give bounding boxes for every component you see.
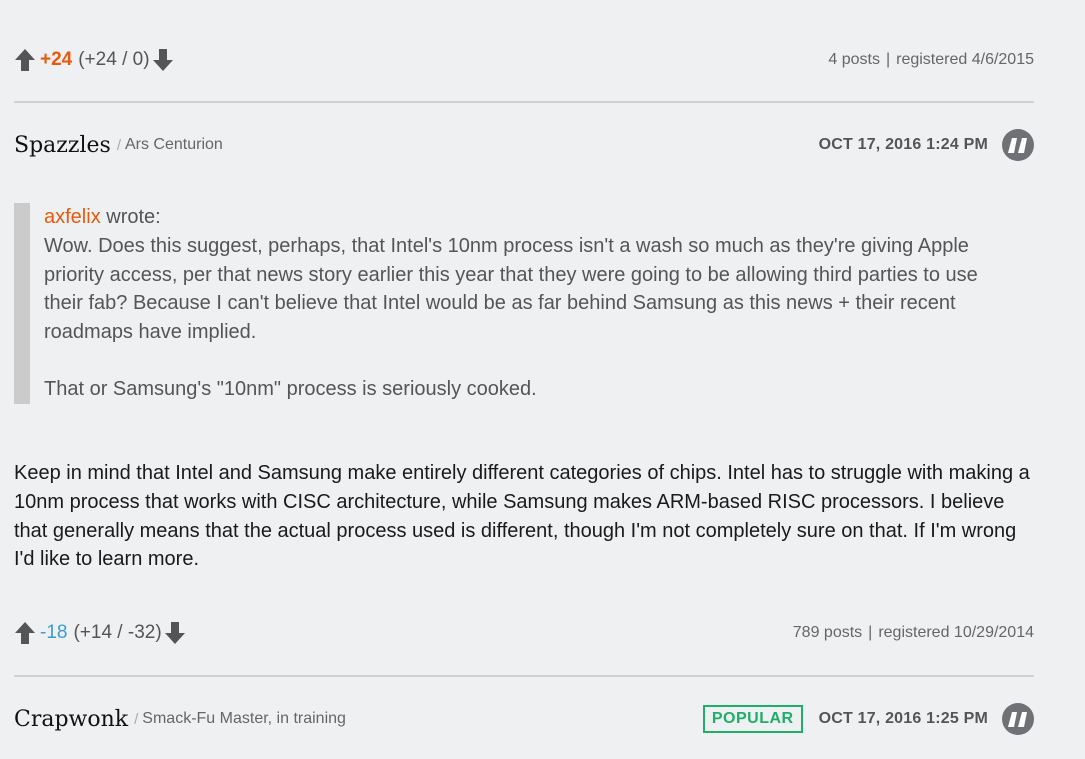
quote-paragraph: Wow. Does this suggest, perhaps, that In… [44,234,978,344]
slash: / [134,710,139,728]
vote-score: -18 [40,622,68,643]
quote-wrote: wrote: [100,206,161,228]
vote-breakdown: (+24 / 0) [78,49,150,70]
quote-icon[interactable] [1002,703,1034,735]
arrow-down-icon[interactable] [164,621,186,645]
arrow-up-icon[interactable] [14,48,36,72]
post-divider [14,101,1034,103]
quote-icon[interactable] [1002,129,1034,161]
post-divider [14,675,1034,677]
username[interactable]: Crapwonk [14,707,128,732]
separator: | [885,51,891,68]
quote-author[interactable]: axfelix [44,206,101,228]
post-body: Keep in mind that Intel and Samsung make… [14,462,1030,571]
post-footer: -18 (+14 / -32) 789 posts | registered 10/… [14,618,1034,648]
registered-date: registered 10/29/2014 [878,624,1034,641]
post-header-right: POPULAR OCT 17, 2016 1:25 PM [702,703,1034,735]
post-count: 4 posts [828,51,880,68]
post-header: Crapwonk / Smack-Fu Master, in training … [14,701,1034,737]
post-header: Spazzles / Ars Centurion OCT 17, 2016 1:… [14,127,1034,163]
username[interactable]: Spazzles [14,133,111,158]
user-rank: Smack-Fu Master, in training [142,710,346,727]
user-rank: Ars Centurion [124,136,223,153]
arrow-up-icon[interactable] [14,621,36,645]
popular-badge: POPULAR [702,705,803,733]
post-timestamp[interactable]: OCT 17, 2016 1:25 PM [819,710,988,728]
registered-date: registered 4/6/2015 [896,51,1034,68]
vote-breakdown: (+14 / -32) [73,622,162,643]
quote-attribution: axfelix wrote: [44,203,1014,232]
separator: | [868,624,873,641]
post-header-right: OCT 17, 2016 1:24 PM [819,129,1034,161]
quote-block: axfelix wrote: Wow. Does this suggest, p… [14,203,1014,404]
vote-score: +24 [40,49,73,70]
arrow-down-icon[interactable] [152,48,174,72]
post-count: 789 posts [792,624,863,641]
author-stats: 4 posts | registered 4/6/2015 [828,51,1034,69]
slash: / [116,136,121,154]
quote-paragraph: That or Samsung's "10nm" process is seri… [44,377,537,400]
post-timestamp[interactable]: OCT 17, 2016 1:24 PM [819,136,988,154]
author-stats: 789 posts | registered 10/29/2014 [793,624,1034,642]
post-footer: +24 (+24 / 0) 4 posts | registered 4/6/201… [14,45,1034,75]
